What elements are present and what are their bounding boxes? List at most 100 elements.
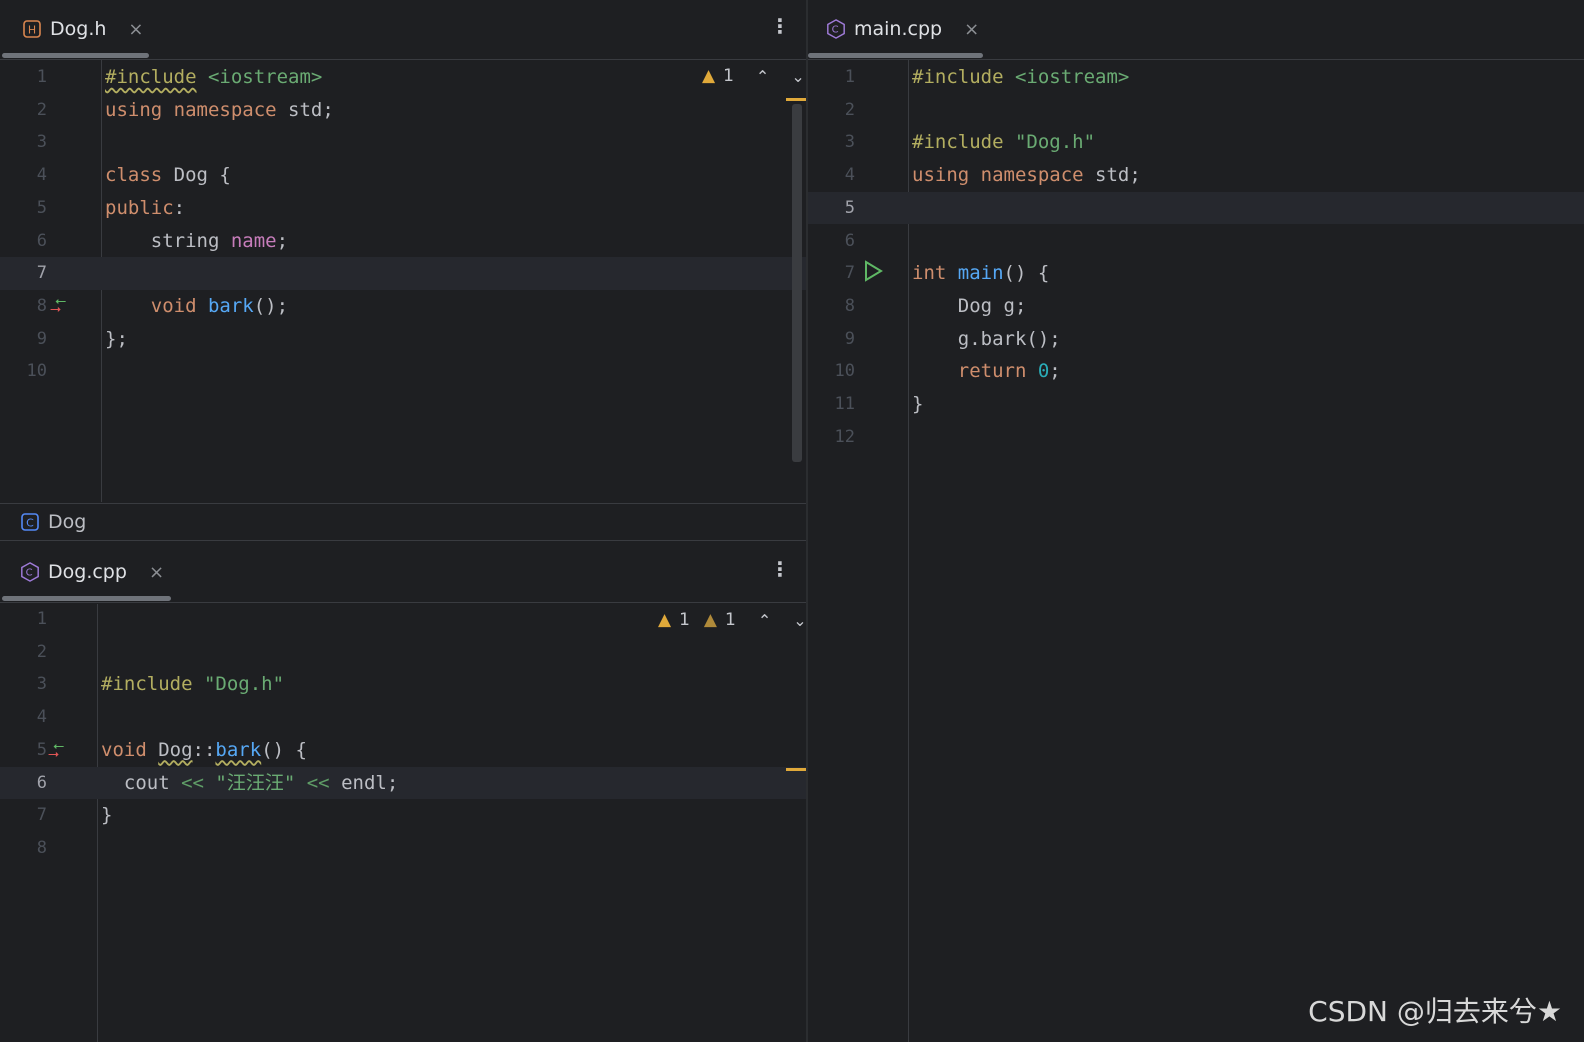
line-number: 10 — [834, 361, 855, 382]
code-text: Dog g; — [912, 294, 1027, 317]
tab-main-cpp[interactable]: C main.cpp × — [826, 14, 979, 44]
code-line[interactable]: 7} — [0, 799, 806, 832]
code-line[interactable]: 2 — [0, 636, 806, 669]
code-line[interactable]: 4 class Dog { — [0, 159, 806, 192]
code-text: int main() { — [912, 262, 1050, 285]
code-line[interactable]: 3 #include "Dog.h" — [808, 126, 1584, 159]
code-text: string name; — [105, 229, 289, 252]
code-line[interactable]: 12 — [808, 421, 1584, 454]
close-icon[interactable]: × — [128, 19, 143, 40]
warning-icon: ▲ — [702, 66, 716, 86]
code-text: #include <iostream> — [105, 66, 323, 88]
close-icon[interactable]: × — [964, 19, 979, 40]
line-number: 10 — [26, 361, 47, 382]
tab-label: Dog.cpp — [48, 561, 127, 583]
code-text: cout << "汪汪汪" << endl; — [101, 771, 399, 794]
code-line[interactable]: 3 — [0, 126, 806, 159]
main-cpp-tab-bar: C main.cpp × — [808, 0, 1584, 60]
svg-text:C: C — [26, 517, 34, 530]
chevron-up-icon[interactable]: ⌃ — [758, 611, 771, 630]
code-text: void bark(); — [105, 294, 289, 317]
line-number: 8 — [36, 295, 47, 316]
code-editor[interactable]: 1 #include <iostream> 2 3 #include "Dog.h" 4 u… — [808, 60, 1584, 1042]
code-line[interactable]: 9 g.bark(); — [808, 323, 1584, 356]
line-number: 1 — [844, 67, 855, 87]
breadcrumb: C Dog — [0, 503, 826, 541]
go-to-implementation-icon[interactable]: ⭠ ⭢ — [50, 294, 66, 322]
code-line[interactable]: 11} — [808, 388, 1584, 421]
tab-label: Dog.h — [50, 18, 107, 40]
code-text: using namespace std; — [912, 164, 1141, 187]
line-number: 12 — [834, 426, 855, 447]
chevron-up-icon[interactable]: ⌃ — [756, 67, 769, 86]
code-text: void Dog::bark() { — [101, 738, 307, 761]
inspection-widget[interactable]: ▲ 1 ▲ 1 ⌃ ⌄ — [658, 610, 806, 630]
line-number: 4 — [844, 165, 855, 186]
code-line[interactable]: 10 return 0; — [808, 355, 1584, 388]
code-line[interactable]: 9}; — [0, 323, 806, 356]
warning-stripe-marker[interactable] — [786, 768, 806, 771]
code-line[interactable]: 5 — [808, 191, 1584, 225]
line-number: 5 — [844, 197, 855, 218]
code-line[interactable]: 8 void bark(); — [0, 290, 806, 323]
line-number: 6 — [36, 230, 47, 251]
run-icon[interactable] — [863, 260, 883, 287]
code-line[interactable]: 7 int main() { — [808, 257, 1584, 290]
line-number: 2 — [36, 99, 47, 120]
chevron-down-icon[interactable]: ⌄ — [791, 67, 804, 86]
code-text: public: — [105, 196, 186, 219]
vertical-scrollbar[interactable] — [792, 104, 802, 462]
code-line[interactable]: 6 — [808, 225, 1584, 258]
line-number: 8 — [844, 295, 855, 316]
code-line[interactable]: 4 using namespace std; — [808, 159, 1584, 192]
line-number: 3 — [844, 132, 855, 153]
code-line[interactable]: 2 using namespace std; — [0, 94, 806, 127]
cpp-file-icon: C — [826, 19, 846, 39]
warning-count: 1 — [723, 66, 734, 86]
active-tab-indicator — [808, 53, 983, 58]
more-options-icon[interactable]: ⋮ — [770, 557, 790, 581]
class-icon: C — [20, 512, 40, 532]
line-number: 1 — [36, 609, 47, 629]
code-editor[interactable]: 12 3 #include "Dog.h"45 void Dog::bark() {6… — [0, 604, 806, 1042]
line-number: 3 — [36, 674, 47, 695]
close-icon[interactable]: × — [149, 562, 164, 583]
code-line[interactable]: 5 public: — [0, 192, 806, 225]
code-line[interactable]: 7 — [0, 257, 806, 290]
line-number: 2 — [844, 99, 855, 120]
code-line[interactable]: 1 #include <iostream> — [808, 61, 1584, 94]
active-tab-indicator — [2, 596, 171, 601]
line-number: 5 — [36, 197, 47, 218]
more-options-icon[interactable]: ⋮ — [770, 14, 790, 38]
tab-dog-h[interactable]: H Dog.h × — [22, 14, 144, 44]
code-line[interactable]: 8 Dog g; — [808, 290, 1584, 323]
code-line[interactable]: 8 — [0, 832, 806, 865]
svg-text:C: C — [832, 25, 839, 36]
breadcrumb-item-dog[interactable]: Dog — [48, 511, 86, 533]
code-text: class Dog { — [105, 164, 231, 187]
code-line[interactable]: 3 #include "Dog.h" — [0, 668, 806, 701]
code-line[interactable]: 6 string name; — [0, 225, 806, 258]
go-to-declaration-icon[interactable]: ⭠ ⭢ — [48, 739, 64, 767]
line-number: 4 — [36, 707, 47, 728]
dog-cpp-editor-pane: C Dog.cpp × ⋮ 1 2 3 #include "Dog.h" 4 5 void … — [0, 541, 806, 1042]
code-text: using namespace std; — [105, 98, 334, 121]
code-line[interactable]: 1 #include <iostream> — [0, 61, 806, 94]
code-line[interactable]: 5 void Dog::bark() { — [0, 734, 806, 767]
code-text: } — [912, 393, 924, 415]
dog-cpp-tab-bar: C Dog.cpp × ⋮ — [0, 541, 806, 603]
warning-stripe-marker[interactable] — [786, 98, 806, 101]
code-text: } — [101, 804, 113, 827]
chevron-down-icon[interactable]: ⌄ — [793, 611, 806, 630]
main-cpp-editor-pane: C main.cpp × 1 #include <iostream> 2 3 #incl… — [808, 0, 1584, 1042]
code-text: }; — [105, 327, 128, 350]
code-editor[interactable]: 1 #include <iostream> 2 using namespace std… — [0, 60, 806, 502]
code-line[interactable]: 10 — [0, 355, 806, 388]
code-line[interactable]: 6 cout << "汪汪汪" << endl; — [0, 766, 806, 800]
inspection-widget[interactable]: ▲ 1 ⌃ ⌄ — [702, 66, 805, 86]
tab-dog-cpp[interactable]: C Dog.cpp × — [20, 557, 164, 587]
line-number: 9 — [36, 328, 47, 349]
svg-text:H: H — [28, 24, 36, 37]
code-line[interactable]: 2 — [808, 94, 1584, 127]
code-line[interactable]: 4 — [0, 701, 806, 734]
